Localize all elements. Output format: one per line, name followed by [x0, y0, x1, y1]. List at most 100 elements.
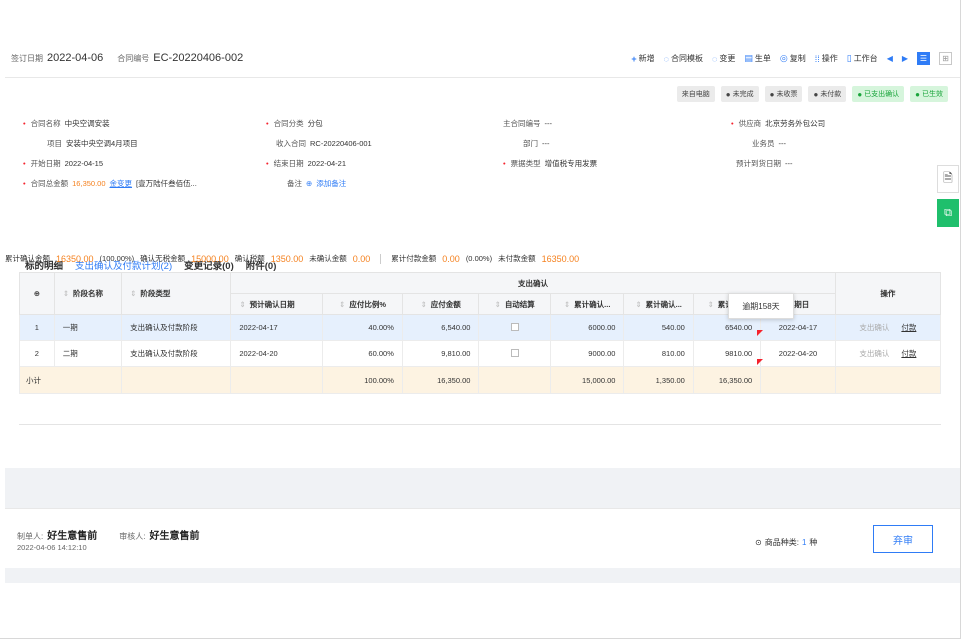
confirm-expense-button[interactable]: 支出确认 — [859, 323, 889, 332]
field-end-date: • 结束日期 2022-04-21 — [266, 159, 347, 168]
summary-divider — [380, 253, 382, 264]
change-button[interactable]: ◌ 变更 — [712, 53, 735, 64]
status-badge-confirmed: ● 已支出确认 — [852, 86, 905, 102]
field-salesperson: 业务员 --- — [752, 138, 786, 149]
cell-auto-settle — [478, 340, 551, 367]
auto-settle-checkbox[interactable] — [510, 348, 519, 357]
sort-icon: ⇕ — [494, 299, 501, 309]
pay-button[interactable]: 付款 — [901, 349, 916, 358]
template-button[interactable]: ◌ 合同模板 — [664, 53, 703, 64]
add-remark-link[interactable]: 添加备注 — [316, 178, 346, 189]
field-label: 票据类型 — [510, 159, 541, 168]
status-dot-icon: ● — [725, 89, 731, 99]
status-badges: 来自电脑 ● 未完成 ● 未收票 ● 未付款 ● 已支出确认 ● 已生效 — [676, 86, 948, 102]
reviewer-name: 好生意售前 — [149, 531, 200, 542]
field-main-contract-no: 主合同编号 --- — [503, 118, 552, 129]
field-income-contract: 收入合同 RC-20220406-001 — [276, 138, 372, 149]
subtotal-amount: 16,350.00 — [401, 366, 480, 394]
status-dot-icon: ● — [769, 89, 775, 99]
summary-label: 确认无税金额 — [140, 254, 186, 263]
operate-label: 操作 — [821, 54, 838, 63]
maker-name: 好生意售前 — [47, 531, 98, 542]
table-row[interactable]: 2 二期 支出确认及付款阶段 2022-04-20 60.00% 9,810.0… — [19, 340, 942, 367]
approval-info: 制单人: 好生意售前 审核人: 好生意售前 — [17, 527, 217, 542]
add-label: 新增 — [638, 54, 655, 63]
add-remark-icon[interactable]: ⊕ — [306, 179, 312, 188]
field-label: 供应商 — [738, 119, 762, 128]
add-row-icon[interactable]: ⊕ — [34, 289, 40, 298]
add-button[interactable]: + 新增 — [631, 53, 654, 64]
kinds-count: 1 — [801, 538, 807, 547]
field-label: 合同总金额 — [30, 179, 69, 188]
operate-button[interactable]: ⁞⁞ 操作 — [815, 53, 838, 64]
summary-tax: 1350.00 — [270, 253, 304, 264]
table-row[interactable]: 1 一期 支出确认及付款阶段 2022-04-17 40.00% 6,540.0… — [19, 314, 942, 341]
prev-arrow-icon[interactable]: ◀ — [887, 54, 893, 63]
field-label: 收入合同 — [276, 139, 306, 148]
product-kinds: ⊙ 商品种类: 1 种 — [755, 537, 817, 548]
col-operation: 操作 — [834, 272, 942, 315]
notes-icon[interactable]: 🗎 — [937, 165, 959, 193]
toolbar: + 新增 ◌ 合同模板 ◌ 变更 ▤ 生单 ◎ 复制 ⁞⁞ 操作 ▯ 工作台 ◀ ▶ ☰ ⊞ — [631, 52, 952, 65]
amount-change-link[interactable]: 金变更 — [110, 178, 133, 189]
copy-button[interactable]: ◎ 复制 — [780, 53, 806, 64]
col-cumulative-1[interactable]: ⇕ 累计确认... — [549, 293, 625, 315]
index-header[interactable]: ⊕ — [19, 272, 55, 315]
auto-settle-checkbox[interactable] — [510, 322, 519, 331]
sort-icon: ⇕ — [563, 299, 571, 309]
cell-amount: 6,540.00 — [401, 314, 480, 341]
subtotal-ratio: 100.00% — [322, 366, 403, 394]
field-invoice-type: • 票据类型 增值税专用发票 — [503, 159, 598, 168]
subtotal-cumulative-2: 1,350.00 — [623, 366, 694, 394]
unreview-button[interactable]: 弃审 — [873, 525, 933, 553]
cell-amount: 9,810.00 — [401, 340, 480, 367]
cell-ratio: 40.00% — [322, 314, 403, 341]
table-bottom-border — [19, 409, 941, 425]
col-cumulative-2[interactable]: ⇕ 累计确认... — [623, 293, 694, 315]
contract-no-value: EC-20220406-002 — [153, 52, 244, 64]
subtotal-empty — [834, 366, 942, 394]
side-float-panel: 🗎 ⧉ — [937, 165, 959, 227]
cell-stage-type: 支出确认及付款阶段 — [121, 340, 232, 367]
col-expected-date[interactable]: ⇕ 预计确认日期 — [230, 293, 324, 315]
field-label: 预计到货日期 — [736, 159, 781, 168]
list-view-icon[interactable]: ☰ — [917, 52, 930, 65]
col-label: 应付金额 — [430, 299, 461, 309]
cell-auto-settle — [478, 314, 551, 341]
grid-view-icon[interactable]: ⊞ — [939, 52, 952, 65]
operate-icon: ⁞⁞ — [814, 53, 820, 64]
header-bar: 签订日期 2022-04-06 合同编号 EC-20220406-002 + 新增… — [5, 38, 960, 78]
subtotal-empty — [478, 366, 551, 394]
sort-icon: ⇕ — [239, 299, 246, 309]
col-label: 阶段名称 — [73, 289, 103, 298]
created-time: 2022-04-06 14:12:10 — [17, 543, 87, 552]
workbench-button[interactable]: ▯ 工作台 — [847, 53, 878, 64]
col-stage-name[interactable]: ⇕ 阶段名称 — [53, 272, 123, 315]
export-icon[interactable]: ⧉ — [937, 199, 959, 227]
subtotal-row: 小计 100.00% 16,350.00 15,000.00 1,350.00 … — [18, 366, 942, 394]
sort-icon: ⇕ — [635, 299, 642, 309]
next-arrow-icon[interactable]: ▶ — [902, 54, 908, 63]
cell-cumulative-2: 810.00 — [623, 340, 694, 367]
field-value: --- — [544, 119, 553, 128]
field-contract-category: • 合同分类 分包 — [266, 119, 323, 128]
amount-uppercase: [壹万陆仟叁佰伍... — [136, 179, 197, 188]
col-ratio[interactable]: ⇕ 应付比例% — [322, 293, 403, 315]
confirm-expense-button[interactable]: 支出确认 — [859, 349, 889, 358]
cell-stage-name: 二期 — [53, 340, 123, 367]
col-stage-type[interactable]: ⇕ 阶段类型 — [121, 272, 232, 315]
summary-label: 未付款金额 — [498, 254, 536, 263]
summary-confirmed: 16350.00 — [56, 253, 94, 264]
template-icon: ◌ — [663, 53, 669, 64]
col-auto-settle[interactable]: ⇕ 自动结算 — [478, 293, 551, 315]
field-value: --- — [778, 139, 787, 148]
contract-no-label: 合同编号 — [117, 54, 150, 63]
status-badge-effective: ● 已生效 — [910, 86, 948, 102]
sign-date-label: 签订日期 — [11, 54, 43, 63]
field-value: 2022-04-21 — [307, 159, 347, 168]
pay-button[interactable]: 付款 — [901, 323, 916, 332]
col-amount[interactable]: ⇕ 应付金额 — [401, 293, 480, 315]
badge-label: 未付款 — [820, 91, 842, 98]
col-label: 应付比例% — [349, 299, 387, 309]
generate-button[interactable]: ▤ 生单 — [744, 53, 771, 64]
